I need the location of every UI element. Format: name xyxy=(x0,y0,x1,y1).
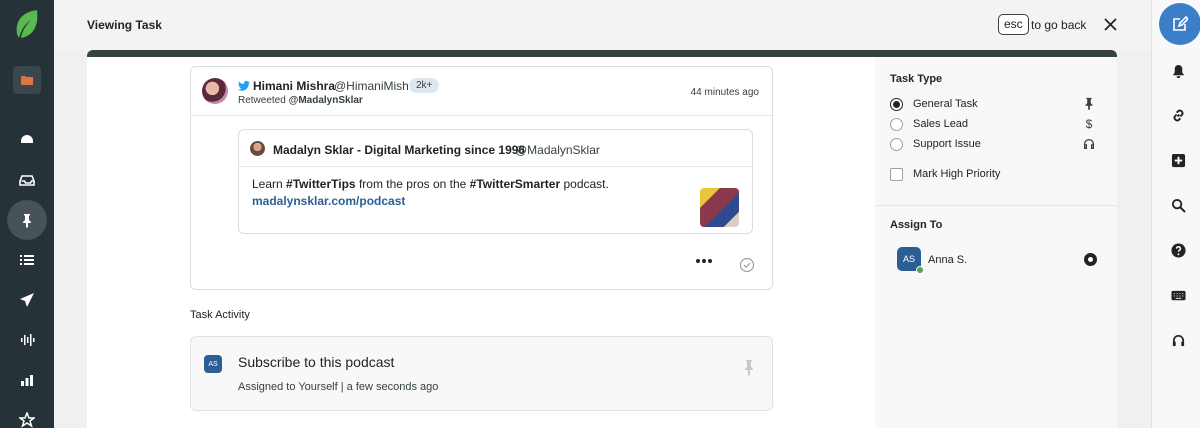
inbox-icon[interactable] xyxy=(7,160,47,200)
radio-general-task[interactable] xyxy=(890,98,903,111)
page-title: Viewing Task xyxy=(87,18,162,32)
task-type-option-sales[interactable]: Sales Lead $ xyxy=(890,117,1100,133)
follower-count-badge: 2k+ xyxy=(409,78,440,93)
divider xyxy=(875,205,1117,206)
radio-support-issue[interactable] xyxy=(890,138,903,151)
task-type-heading: Task Type xyxy=(890,73,943,85)
hashtag-twittersmarter[interactable]: #TwitterSmarter xyxy=(470,177,560,191)
tweet-card[interactable]: Himani Mishra @HimaniMish 2k+ Retweeted … xyxy=(190,66,773,290)
link-icon[interactable] xyxy=(1168,105,1188,125)
tasks-pin-icon[interactable] xyxy=(7,200,47,240)
list-icon[interactable] xyxy=(7,240,47,280)
more-options-icon[interactable] xyxy=(694,254,714,268)
retweeted-by: Retweeted @MadalynSklar xyxy=(238,95,363,106)
task-title: Subscribe to this podcast xyxy=(238,354,395,370)
quoted-tweet[interactable]: Madalyn Sklar - Digital Marketing since … xyxy=(238,129,753,234)
esc-key-hint: esc xyxy=(998,14,1029,35)
pin-icon xyxy=(1085,97,1093,111)
assignee-radio-selected[interactable] xyxy=(1084,253,1097,266)
search-icon[interactable] xyxy=(1168,195,1188,215)
hashtag-twittertips[interactable]: #TwitterTips xyxy=(286,177,356,191)
assignee-name[interactable]: Anna S. xyxy=(928,254,967,266)
pin-icon xyxy=(745,360,753,376)
avatar[interactable] xyxy=(202,78,228,104)
option-label[interactable]: Support Issue xyxy=(913,138,981,150)
retweeted-handle[interactable]: @MadalynSklar xyxy=(289,95,363,106)
task-type-option-general[interactable]: General Task xyxy=(890,97,1100,113)
task-activity-heading: Task Activity xyxy=(190,309,250,321)
reports-bar-chart-icon[interactable] xyxy=(7,360,47,400)
media-thumbnail[interactable] xyxy=(700,188,739,227)
text-segment: podcast. xyxy=(560,177,609,191)
folder-icon[interactable] xyxy=(13,66,41,94)
avatar: AS xyxy=(204,355,222,373)
high-priority-option[interactable]: Mark High Priority xyxy=(890,167,1100,183)
add-square-icon[interactable] xyxy=(1168,150,1188,170)
tweet-timestamp: 44 minutes ago xyxy=(690,87,759,98)
option-label[interactable]: Sales Lead xyxy=(913,118,968,130)
close-icon[interactable] xyxy=(1100,14,1120,34)
retweeted-prefix: Retweeted xyxy=(238,95,286,106)
twitter-icon xyxy=(238,81,250,91)
radio-sales-lead[interactable] xyxy=(890,118,903,131)
assign-to-heading: Assign To xyxy=(890,219,943,231)
complete-check-icon[interactable] xyxy=(739,257,755,273)
go-back-text: to go back xyxy=(1031,18,1087,32)
high-priority-checkbox[interactable] xyxy=(890,168,903,181)
text-segment: from the pros on the xyxy=(355,177,470,191)
task-assignment-meta: Assigned to Yourself | a few seconds ago xyxy=(238,381,439,393)
task-activity-item: AS Subscribe to this podcast Assigned to… xyxy=(190,336,773,411)
avatar xyxy=(250,141,265,156)
option-label[interactable]: General Task xyxy=(913,98,978,110)
podcast-link[interactable]: madalynsklar.com/podcast xyxy=(252,194,405,208)
tweet-header: Himani Mishra @HimaniMish 2k+ Retweeted … xyxy=(191,67,772,116)
dollar-icon: $ xyxy=(1085,117,1093,131)
right-rail xyxy=(1151,0,1200,428)
option-label[interactable]: Mark High Priority xyxy=(913,168,1000,180)
bell-icon[interactable] xyxy=(1168,61,1188,81)
publish-send-icon[interactable] xyxy=(7,280,47,320)
quoted-tweet-header: Madalyn Sklar - Digital Marketing since … xyxy=(239,130,752,167)
headset-icon xyxy=(1083,138,1095,150)
author-name[interactable]: Himani Mishra xyxy=(253,79,335,93)
text-segment: Learn xyxy=(252,177,287,191)
online-status-dot xyxy=(916,266,924,274)
dashboard-icon[interactable] xyxy=(7,120,47,160)
star-icon[interactable] xyxy=(7,400,47,428)
compose-icon[interactable] xyxy=(1159,3,1200,45)
author-handle[interactable]: @HimaniMish xyxy=(334,79,409,93)
quoted-tweet-text: Learn #TwitterTips from the pros on the … xyxy=(252,177,609,191)
quoted-author-name: Madalyn Sklar - Digital Marketing since … xyxy=(273,143,526,157)
listening-icon[interactable] xyxy=(7,320,47,360)
header-bar: Viewing Task esc to go back xyxy=(54,0,1151,50)
support-headset-icon[interactable] xyxy=(1168,330,1188,350)
sprout-logo-icon[interactable] xyxy=(13,8,41,40)
help-icon[interactable] xyxy=(1168,240,1188,260)
left-nav xyxy=(0,0,54,428)
quoted-author-handle: @MadalynSklar xyxy=(515,143,600,157)
task-type-option-support[interactable]: Support Issue xyxy=(890,137,1100,153)
keyboard-icon[interactable] xyxy=(1168,285,1188,305)
